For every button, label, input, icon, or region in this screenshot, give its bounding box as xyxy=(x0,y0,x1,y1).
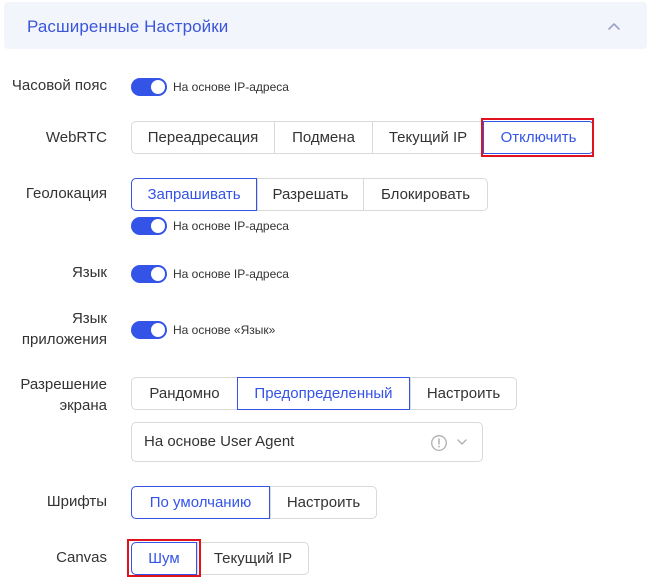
geolocation-option-block[interactable]: Блокировать xyxy=(363,179,487,210)
app-language-toggle[interactable] xyxy=(131,321,167,339)
webrtc-option-forward[interactable]: Переадресация xyxy=(132,122,274,153)
chevron-down-icon[interactable] xyxy=(455,435,469,449)
chevron-up-icon[interactable] xyxy=(604,16,624,36)
canvas-option-current-ip[interactable]: Текущий IP xyxy=(197,543,308,574)
resolution-label-line2: экрана xyxy=(59,397,107,414)
language-label: Язык xyxy=(71,264,107,281)
language-toggle[interactable] xyxy=(131,265,167,283)
section-header[interactable]: Расширенные Настройки xyxy=(4,2,647,49)
fonts-option-custom[interactable]: Настроить xyxy=(270,487,376,518)
geolocation-segmented: Запрашивать Разрешать Блокировать xyxy=(131,178,488,211)
resolution-option-custom[interactable]: Настроить xyxy=(410,378,516,409)
app-language-label-line1: Язык xyxy=(71,310,107,327)
fonts-option-default[interactable]: По умолчанию xyxy=(131,486,270,519)
geolocation-option-ask[interactable]: Запрашивать xyxy=(131,178,257,211)
canvas-option-noise[interactable]: Шум xyxy=(131,542,197,575)
geolocation-label: Геолокация xyxy=(25,185,107,202)
webrtc-segmented: Переадресация Подмена Текущий IP Отключи… xyxy=(131,121,594,154)
resolution-option-predefined[interactable]: Предопределенный xyxy=(237,377,410,410)
app-language-label-line2: приложения xyxy=(21,331,107,348)
timezone-label: Часовой пояс xyxy=(11,77,107,94)
fonts-label: Шрифты xyxy=(46,493,107,510)
geolocation-option-allow[interactable]: Разрешать xyxy=(257,179,363,210)
resolution-select-value: На основе User Agent xyxy=(144,433,295,450)
webrtc-label: WebRTC xyxy=(45,129,107,146)
timezone-toggle-text: На основе IP-адреса xyxy=(173,80,289,94)
app-language-toggle-text: На основе «Язык» xyxy=(173,323,276,337)
webrtc-option-current-ip[interactable]: Текущий IP xyxy=(372,122,483,153)
canvas-segmented: Шум Текущий IP xyxy=(131,542,309,575)
fonts-segmented: По умолчанию Настроить xyxy=(131,486,377,519)
resolution-option-random[interactable]: Рандомно xyxy=(132,378,237,409)
webrtc-option-disable[interactable]: Отключить xyxy=(483,121,594,154)
resolution-select[interactable]: На основе User Agent xyxy=(131,422,483,462)
info-icon[interactable] xyxy=(430,434,448,452)
canvas-label: Canvas xyxy=(56,549,107,566)
webrtc-option-replace[interactable]: Подмена xyxy=(274,122,372,153)
timezone-toggle[interactable] xyxy=(131,78,167,96)
geolocation-toggle-text: На основе IP-адреса xyxy=(173,219,289,233)
section-title: Расширенные Настройки xyxy=(27,17,229,36)
resolution-segmented: Рандомно Предопределенный Настроить xyxy=(131,377,517,410)
resolution-label-line1: Разрешение xyxy=(20,376,107,393)
geolocation-toggle[interactable] xyxy=(131,217,167,235)
language-toggle-text: На основе IP-адреса xyxy=(173,267,289,281)
